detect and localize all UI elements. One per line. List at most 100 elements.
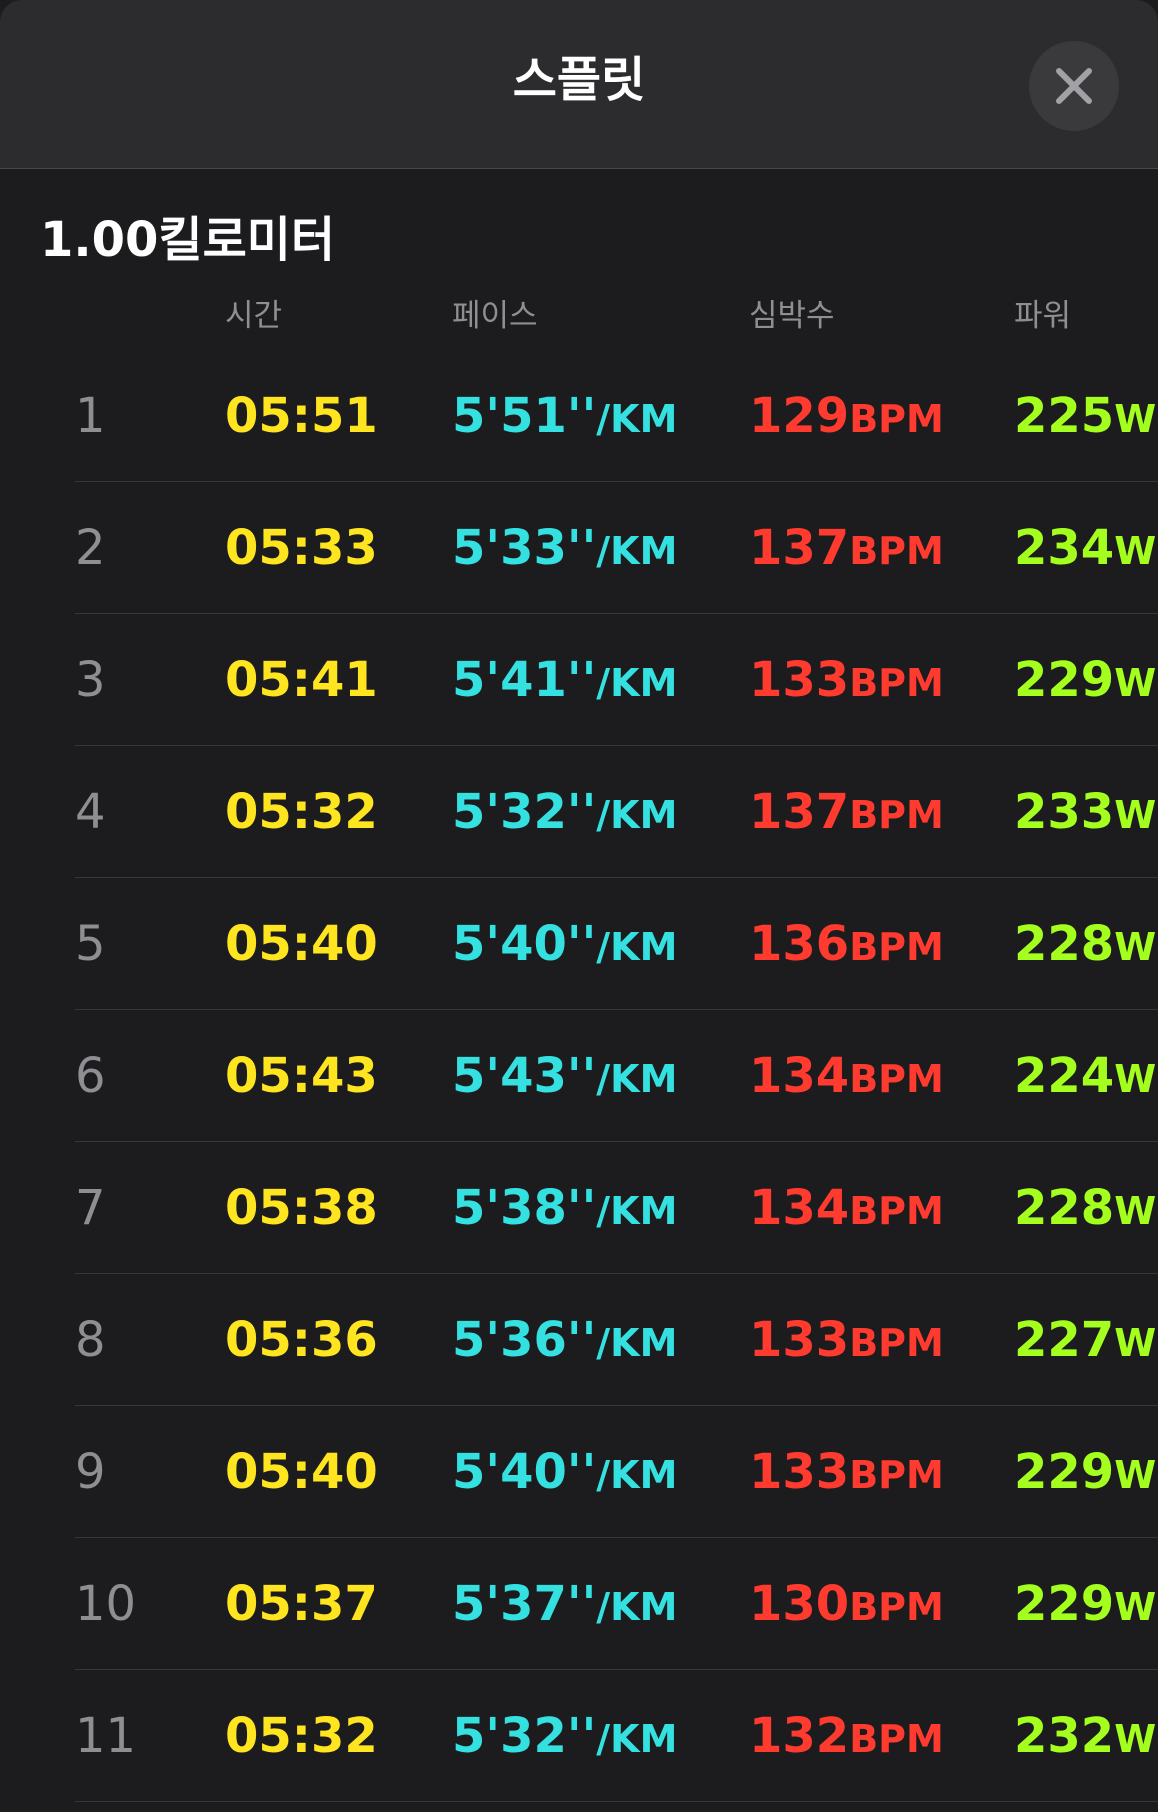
split-row: 1 05:51 5'51''/KM 129BPM 225W xyxy=(0,350,1158,482)
pace-unit: /KM xyxy=(596,529,678,573)
split-heart-rate-value: 133 xyxy=(749,1444,850,1500)
split-heart-rate-value: 137 xyxy=(749,784,850,840)
split-pace: 5'37''/KM xyxy=(452,1574,677,1637)
split-heart-rate: 130BPM xyxy=(749,1574,944,1637)
split-power: 224W xyxy=(1014,1046,1156,1109)
pace-unit: /KM xyxy=(596,1057,678,1101)
split-heart-rate-value: 129 xyxy=(749,388,850,444)
split-heart-rate: 136BPM xyxy=(749,914,944,977)
split-power-value: 224 xyxy=(1014,1048,1115,1104)
split-power-value: 227 xyxy=(1014,1312,1115,1368)
pace-unit: /KM xyxy=(596,397,678,441)
split-pace-value: 5'40'' xyxy=(452,916,597,972)
split-row: 5 05:40 5'40''/KM 136BPM 228W xyxy=(0,878,1158,1010)
split-row: 4 05:32 5'32''/KM 137BPM 233W xyxy=(0,746,1158,878)
split-pace-value: 5'51'' xyxy=(452,388,597,444)
split-time: 05:43 xyxy=(225,1048,378,1104)
heart-rate-unit: BPM xyxy=(849,793,944,837)
split-index: 4 xyxy=(75,784,106,840)
heart-rate-unit: BPM xyxy=(849,661,944,705)
heart-rate-unit: BPM xyxy=(849,529,944,573)
split-power: 228W xyxy=(1014,1178,1156,1241)
split-index: 9 xyxy=(75,1444,106,1500)
split-heart-rate: 134BPM xyxy=(749,1046,944,1109)
power-unit: W xyxy=(1114,925,1157,969)
split-pace: 5'36''/KM xyxy=(452,1310,677,1373)
split-index: 3 xyxy=(75,652,106,708)
split-index: 1 xyxy=(75,388,106,444)
split-pace: 5'38''/KM xyxy=(452,1178,677,1241)
split-time: 05:33 xyxy=(225,520,378,576)
split-time: 05:41 xyxy=(225,652,378,708)
column-header-power: 파워 xyxy=(1014,298,1072,334)
power-unit: W xyxy=(1114,397,1157,441)
split-time: 05:37 xyxy=(225,1576,378,1632)
split-row: 6 05:43 5'43''/KM 134BPM 224W xyxy=(0,1010,1158,1142)
split-heart-rate-value: 134 xyxy=(749,1048,850,1104)
heart-rate-unit: BPM xyxy=(849,1717,944,1761)
split-time: 05:32 xyxy=(225,1708,378,1764)
split-pace-value: 5'32'' xyxy=(452,1708,597,1764)
heart-rate-unit: BPM xyxy=(849,1585,944,1629)
power-unit: W xyxy=(1114,661,1157,705)
pace-unit: /KM xyxy=(596,1717,678,1761)
split-time: 05:36 xyxy=(225,1312,378,1368)
split-power-value: 229 xyxy=(1014,1444,1115,1500)
split-index: 8 xyxy=(75,1312,106,1368)
split-heart-rate-value: 136 xyxy=(749,916,850,972)
split-pace-value: 5'41'' xyxy=(452,652,597,708)
split-index: 11 xyxy=(75,1708,137,1764)
split-heart-rate-value: 134 xyxy=(749,1180,850,1236)
split-index: 5 xyxy=(75,916,106,972)
sheet-title: 스플릿 xyxy=(512,52,646,108)
power-unit: W xyxy=(1114,529,1157,573)
power-unit: W xyxy=(1114,1189,1157,1233)
power-unit: W xyxy=(1114,1717,1157,1761)
split-power: 229W xyxy=(1014,650,1156,713)
power-unit: W xyxy=(1114,1057,1157,1101)
split-heart-rate-value: 132 xyxy=(749,1708,850,1764)
split-pace-value: 5'33'' xyxy=(452,520,597,576)
split-row: 2 05:33 5'33''/KM 137BPM 234W xyxy=(0,482,1158,614)
split-pace-value: 5'37'' xyxy=(452,1576,597,1632)
split-pace: 5'51''/KM xyxy=(452,386,677,449)
power-unit: W xyxy=(1114,1453,1157,1497)
split-power-value: 225 xyxy=(1014,388,1115,444)
split-power-value: 234 xyxy=(1014,520,1115,576)
sheet-header: 스플릿 xyxy=(0,0,1158,169)
pace-unit: /KM xyxy=(596,1585,678,1629)
heart-rate-unit: BPM xyxy=(849,1057,944,1101)
split-index: 2 xyxy=(75,520,106,576)
heart-rate-unit: BPM xyxy=(849,397,944,441)
split-time: 05:40 xyxy=(225,916,378,972)
split-row: 7 05:38 5'38''/KM 134BPM 228W xyxy=(0,1142,1158,1274)
split-time: 05:32 xyxy=(225,784,378,840)
split-row: 8 05:36 5'36''/KM 133BPM 227W xyxy=(0,1274,1158,1406)
pace-unit: /KM xyxy=(596,925,678,969)
split-pace-value: 5'32'' xyxy=(452,784,597,840)
split-pace-value: 5'43'' xyxy=(452,1048,597,1104)
split-pace-value: 5'38'' xyxy=(452,1180,597,1236)
split-heart-rate-value: 133 xyxy=(749,1312,850,1368)
split-pace: 5'32''/KM xyxy=(452,1706,677,1769)
split-pace: 5'43''/KM xyxy=(452,1046,677,1109)
pace-unit: /KM xyxy=(596,1453,678,1497)
split-row: 10 05:37 5'37''/KM 130BPM 229W xyxy=(0,1538,1158,1670)
close-button[interactable] xyxy=(1029,41,1119,131)
pace-unit: /KM xyxy=(596,793,678,837)
split-pace-value: 5'36'' xyxy=(452,1312,597,1368)
split-heart-rate: 133BPM xyxy=(749,650,944,713)
split-power-value: 232 xyxy=(1014,1708,1115,1764)
column-header-pace: 페이스 xyxy=(452,298,538,334)
section-title: 1.00킬로미터 xyxy=(40,212,336,268)
split-power: 225W xyxy=(1014,386,1156,449)
column-header-time: 시간 xyxy=(225,298,283,334)
split-heart-rate: 137BPM xyxy=(749,518,944,581)
split-heart-rate: 133BPM xyxy=(749,1310,944,1373)
pace-unit: /KM xyxy=(596,661,678,705)
split-time: 05:40 xyxy=(225,1444,378,1500)
split-index: 10 xyxy=(75,1576,137,1632)
split-power: 233W xyxy=(1014,782,1156,845)
split-row: 3 05:41 5'41''/KM 133BPM 229W xyxy=(0,614,1158,746)
split-heart-rate: 133BPM xyxy=(749,1442,944,1505)
